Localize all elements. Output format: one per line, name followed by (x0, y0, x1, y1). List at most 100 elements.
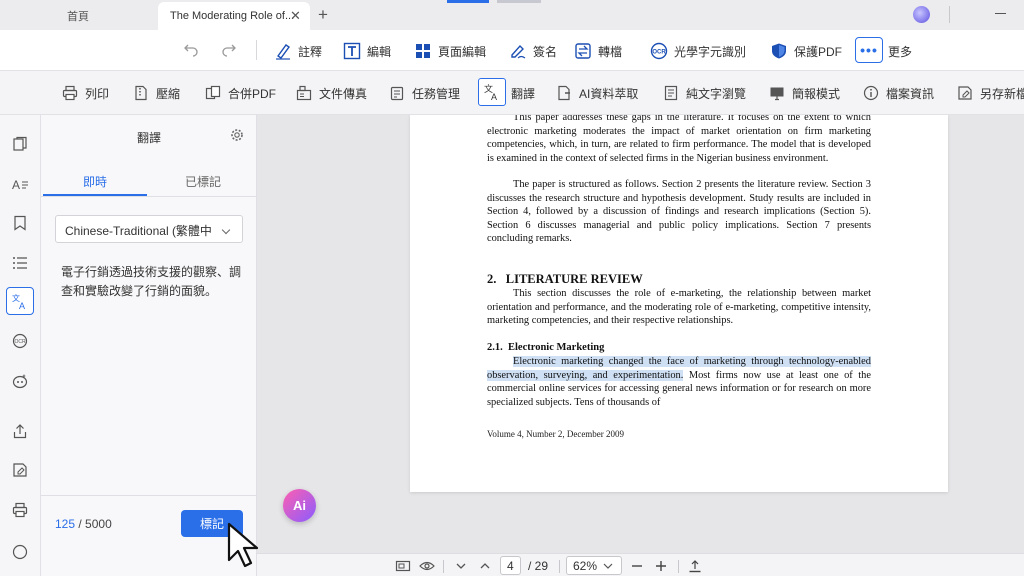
fax-icon (296, 85, 312, 101)
gear-icon[interactable] (230, 128, 244, 142)
more-button[interactable]: 更多 (888, 39, 912, 63)
left-icon-rail: A 文A OCR (0, 115, 41, 576)
status-divider (559, 560, 560, 573)
tab-document[interactable]: The Moderating Role of... (158, 2, 310, 30)
ai-extract-button[interactable]: AI資料萃取 (556, 81, 638, 105)
page-edit-button[interactable]: 頁面編輯 (414, 39, 486, 63)
compress-button[interactable]: 壓縮 (133, 81, 180, 105)
fax-button[interactable]: 文件傳真 (296, 81, 367, 105)
status-bar: 4 / 29 62% (257, 553, 1024, 576)
text-style-icon[interactable]: A (11, 175, 29, 193)
printer-icon (62, 85, 78, 101)
status-divider (443, 560, 444, 573)
pages-icon[interactable] (11, 135, 29, 153)
chevron-up-icon[interactable] (479, 557, 491, 574)
file-info-label: 檔案資訊 (886, 86, 935, 101)
panel-title: 翻譯 (136, 131, 161, 145)
save-as-button[interactable]: 另存新檔 (957, 81, 1024, 105)
minimize-icon[interactable] (995, 13, 1006, 14)
text-view-label: 純文字瀏覽 (686, 86, 747, 101)
sign-button[interactable]: 簽名 (509, 39, 557, 63)
undo-icon[interactable] (183, 39, 199, 63)
redo-icon[interactable] (221, 39, 237, 63)
upload-icon[interactable] (688, 557, 702, 574)
doc-paragraph: This paper addresses these gaps in the l… (487, 115, 871, 165)
section-heading: 2. LITERATURE REVIEW (487, 272, 643, 286)
sub-toolbar: 列印 壓縮 合併PDF 文件傳真 任務管理 文A 翻譯 AI資料萃取 純文字瀏覽… (0, 71, 1024, 115)
more-label: 更多 (888, 44, 913, 59)
panel-footer-divider (41, 495, 257, 496)
presentation-button[interactable]: 簡報模式 (769, 81, 840, 105)
translate-button[interactable]: 文A (478, 78, 506, 106)
ocr-icon: OCR (650, 42, 668, 60)
file-info-button[interactable]: 檔案資訊 (863, 81, 934, 105)
active-tab-underline (43, 194, 147, 196)
protect-pdf-button[interactable]: 保護PDF (770, 39, 842, 63)
edit-label: 編輯 (367, 44, 392, 59)
merge-pdf-button[interactable]: 合併PDF (205, 81, 276, 105)
chevron-down-icon[interactable] (455, 557, 467, 574)
info-icon (863, 85, 879, 101)
close-tab-icon[interactable]: ✕ (290, 9, 301, 22)
edit-button[interactable]: 編輯 (343, 39, 391, 63)
tab-realtime[interactable]: 即時 (43, 173, 147, 190)
subsection-heading: 2.1. Electronic Marketing (487, 342, 605, 353)
merge-pdf-label: 合併PDF (228, 86, 277, 101)
task-icon (389, 85, 405, 101)
convert-button[interactable]: 轉檔 (574, 39, 622, 63)
pdf-page[interactable]: This paper addresses these gaps in the l… (410, 115, 948, 492)
page-edit-label: 頁面編輯 (438, 44, 487, 59)
char-count-limit: / 5000 (78, 517, 112, 531)
help-icon[interactable] (11, 543, 29, 561)
task-manager-button[interactable]: 任務管理 (389, 81, 460, 105)
ai-assistant-icon[interactable] (11, 372, 29, 390)
translate-label-item[interactable]: 翻譯 (511, 81, 535, 105)
text-view-button[interactable]: 純文字瀏覽 (663, 81, 746, 105)
more-icon[interactable]: ••• (855, 37, 883, 63)
ai-assistant-button[interactable]: Ai (283, 489, 316, 522)
ai-extract-label: AI資料萃取 (579, 86, 639, 101)
save-as-icon (957, 85, 973, 101)
language-select[interactable]: Chinese-Traditional (繁體中 (55, 215, 243, 243)
print-button[interactable]: 列印 (62, 81, 109, 105)
profile-avatar[interactable] (913, 6, 930, 23)
svg-text:A: A (19, 301, 25, 310)
document-text-icon (663, 85, 679, 101)
fit-page-icon[interactable] (395, 557, 411, 574)
svg-text:A: A (12, 178, 20, 192)
toolbar-divider (256, 40, 257, 60)
print-rail-icon[interactable] (11, 501, 29, 519)
merge-icon (205, 85, 221, 101)
ocr-button[interactable]: OCR 光學字元識別 (650, 39, 746, 63)
eye-icon[interactable] (419, 557, 435, 574)
tab-label: The Moderating Role of... (170, 10, 295, 22)
window-divider (949, 6, 950, 23)
page-number-input[interactable]: 4 (500, 556, 521, 575)
bookmark-icon[interactable] (11, 214, 29, 232)
zoom-out-icon[interactable] (631, 557, 643, 574)
translate-rail-icon[interactable]: 文A (6, 287, 34, 315)
convert-label: 轉檔 (598, 44, 623, 59)
svg-text:OCR: OCR (652, 50, 666, 56)
translated-text: 電子行銷透過技術支援的觀察、調查和實驗改變了行銷的面貌。 (61, 265, 242, 298)
paragraph-2: The paper is structured as follows. Sect… (487, 179, 871, 245)
pen-icon (274, 42, 292, 60)
signature-icon (509, 42, 527, 60)
tab-label: 首頁 (67, 11, 89, 23)
zoom-in-icon[interactable] (655, 557, 667, 574)
zoom-select[interactable]: 62% (566, 556, 622, 575)
tab-marked[interactable]: 已標記 (151, 173, 255, 190)
character-count: 125 / 5000 (55, 517, 112, 531)
annotate-button[interactable]: 註釋 (274, 39, 322, 63)
list-icon[interactable] (11, 254, 29, 272)
tab-home[interactable]: 首頁 (0, 2, 156, 30)
document-viewer[interactable]: This paper addresses these gaps in the l… (257, 115, 1024, 553)
translate-panel: 翻譯 即時 已標記 Chinese-Traditional (繁體中 電子行銷透… (41, 115, 257, 576)
share-icon[interactable] (11, 422, 29, 440)
new-tab-icon[interactable]: + (318, 6, 328, 23)
paragraph-4: Electronic marketing changed the face of… (487, 355, 871, 409)
save-icon[interactable] (11, 461, 29, 479)
ocr-rail-icon[interactable]: OCR (11, 332, 29, 350)
monitor-icon (769, 85, 785, 101)
annotate-label: 註釋 (298, 44, 323, 59)
